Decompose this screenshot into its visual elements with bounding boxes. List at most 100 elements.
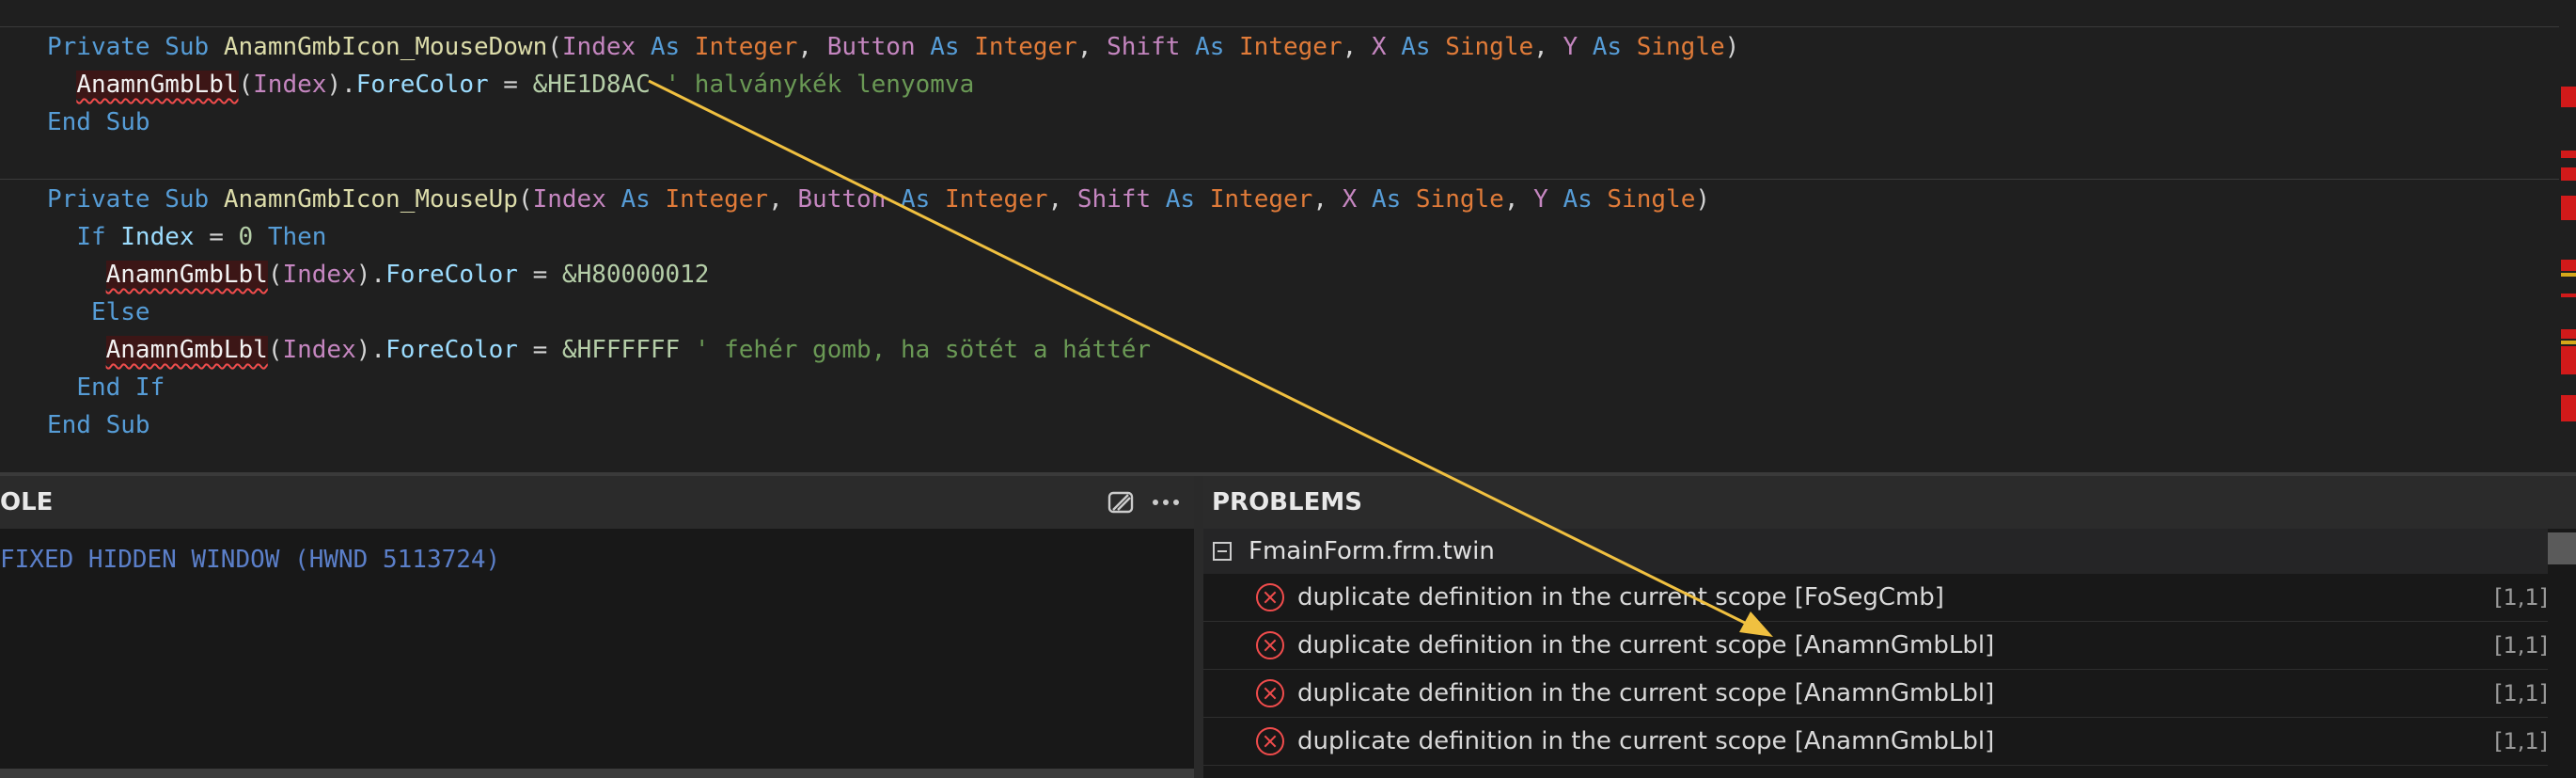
hex-value: &HFFFFFF [561,336,681,364]
console-title: OLE [0,488,54,516]
console-output-line: FIXED HIDDEN WINDOW (HWND 5113724) [0,546,501,574]
console-panel[interactable]: OLE FIXED HIDDEN WINDOW (HWND 5113724) [0,476,1194,778]
code-line[interactable]: Private Sub AnamnGmbIcon_MouseDown(Index… [47,28,1739,66]
code-line[interactable]: End Sub [47,406,150,444]
type: Single [1607,185,1696,214]
type: Single [1636,33,1725,61]
type: Integer [1239,33,1343,61]
problem-message: duplicate definition in the current scop… [1297,631,1995,659]
editor-separator [0,179,2559,180]
code-line[interactable]: AnamnGmbLbl(Index).ForeColor = &HFFFFFF … [47,331,1151,369]
keyword: As [900,185,931,214]
code-line[interactable]: If Index = 0 Then [47,218,326,256]
param: Button [826,33,916,61]
error-icon [1256,583,1284,611]
keyword: As [1592,33,1623,61]
error-marker[interactable] [2561,196,2576,220]
keyword: As [650,33,681,61]
param: X [1371,33,1387,61]
scrollbar-thumb[interactable] [2548,532,2576,564]
problem-message: duplicate definition in the current scop… [1297,679,1995,707]
error-marker[interactable] [2561,346,2576,374]
problem-position: [1,1] [2494,680,2548,707]
operator: = [209,223,224,251]
problem-item[interactable]: duplicate definition in the current scop… [1203,622,2548,670]
problem-item[interactable]: duplicate definition in the current scop… [1203,574,2548,622]
code-editor[interactable]: Private Sub AnamnGmbIcon_MouseDown(Index… [0,0,2559,472]
keyword: Then [267,223,327,251]
error-marker[interactable] [2561,294,2576,297]
keyword: As [1371,185,1402,214]
code-line[interactable]: Private Sub AnamnGmbIcon_MouseUp(Index A… [47,181,1710,218]
sub-name: AnamnGmbIcon_MouseDown [223,33,548,61]
error-marker[interactable] [2561,395,2576,421]
editor-separator [0,26,2559,27]
param: Index [282,261,356,289]
type: Integer [1209,185,1313,214]
code-line[interactable]: End If [47,369,165,406]
error-marker[interactable] [2561,151,2576,158]
keyword: As [620,185,651,214]
problem-message: duplicate definition in the current scop… [1297,583,1944,611]
problem-position: [1,1] [2494,728,2548,754]
keyword: If [76,223,106,251]
error-identifier[interactable]: AnamnGmbLbl [105,261,268,289]
comment: ' halványkék lenyomva [665,71,975,99]
property: ForeColor [385,336,518,364]
param: Index [561,33,636,61]
keyword: End If [76,373,165,402]
problems-panel[interactable]: PROBLEMS FmainForm.frm.twin duplicate de… [1203,476,2576,778]
hex-value: &HE1D8AC [532,71,651,99]
property: ForeColor [355,71,489,99]
console-scrollbar[interactable] [0,769,1194,778]
error-marker[interactable] [2561,167,2576,181]
code-line[interactable]: Else [47,294,150,331]
collapse-icon[interactable] [1213,542,1232,561]
param: Index [532,185,606,214]
type: Integer [665,185,769,214]
type: Single [1445,33,1534,61]
keyword: As [1401,33,1431,61]
param: Index [253,71,327,99]
code-line[interactable]: End Sub [47,103,150,141]
problems-header: PROBLEMS [1203,476,2576,529]
clear-icon[interactable] [1104,485,1138,519]
param: X [1342,185,1358,214]
keyword: Sub [165,33,210,61]
error-identifier[interactable]: AnamnGmbLbl [105,336,268,364]
comment: ' fehér gomb, ha sötét a háttér [694,336,1152,364]
panel-divider[interactable] [1194,476,1203,778]
warning-marker[interactable] [2561,273,2576,277]
error-icon [1256,727,1284,755]
code-line[interactable]: AnamnGmbLbl(Index).ForeColor = &HE1D8AC … [47,66,974,103]
hex-value: &H80000012 [561,261,710,289]
keyword: Private [47,33,150,61]
warning-marker[interactable] [2561,341,2576,344]
problem-position: [1,1] [2494,632,2548,659]
sub-name: AnamnGmbIcon_MouseUp [223,185,518,214]
problem-item[interactable]: duplicate definition in the current scop… [1203,718,2548,766]
problem-position: [1,1] [2494,584,2548,611]
keyword: As [1563,185,1593,214]
param: Index [282,336,356,364]
error-marker[interactable] [2561,260,2576,271]
type: Integer [944,185,1048,214]
more-icon[interactable] [1149,485,1183,519]
param: Y [1533,185,1548,214]
error-marker[interactable] [2561,329,2576,339]
problem-item[interactable]: duplicate definition in the current scop… [1203,670,2548,718]
error-identifier[interactable]: AnamnGmbLbl [76,71,239,99]
param: Shift [1076,185,1152,214]
type: Integer [974,33,1077,61]
code-line[interactable]: AnamnGmbLbl(Index).ForeColor = &H8000001… [47,256,709,294]
number: 0 [238,223,254,251]
param: Button [797,185,887,214]
type: Integer [694,33,798,61]
keyword: Private [47,185,150,214]
console-header: OLE [0,476,1194,529]
param: Shift [1107,33,1181,61]
error-marker[interactable] [2561,87,2576,107]
problems-file-group[interactable]: FmainForm.frm.twin [1203,529,2548,574]
keyword: Else [90,298,150,326]
type: Single [1415,185,1504,214]
